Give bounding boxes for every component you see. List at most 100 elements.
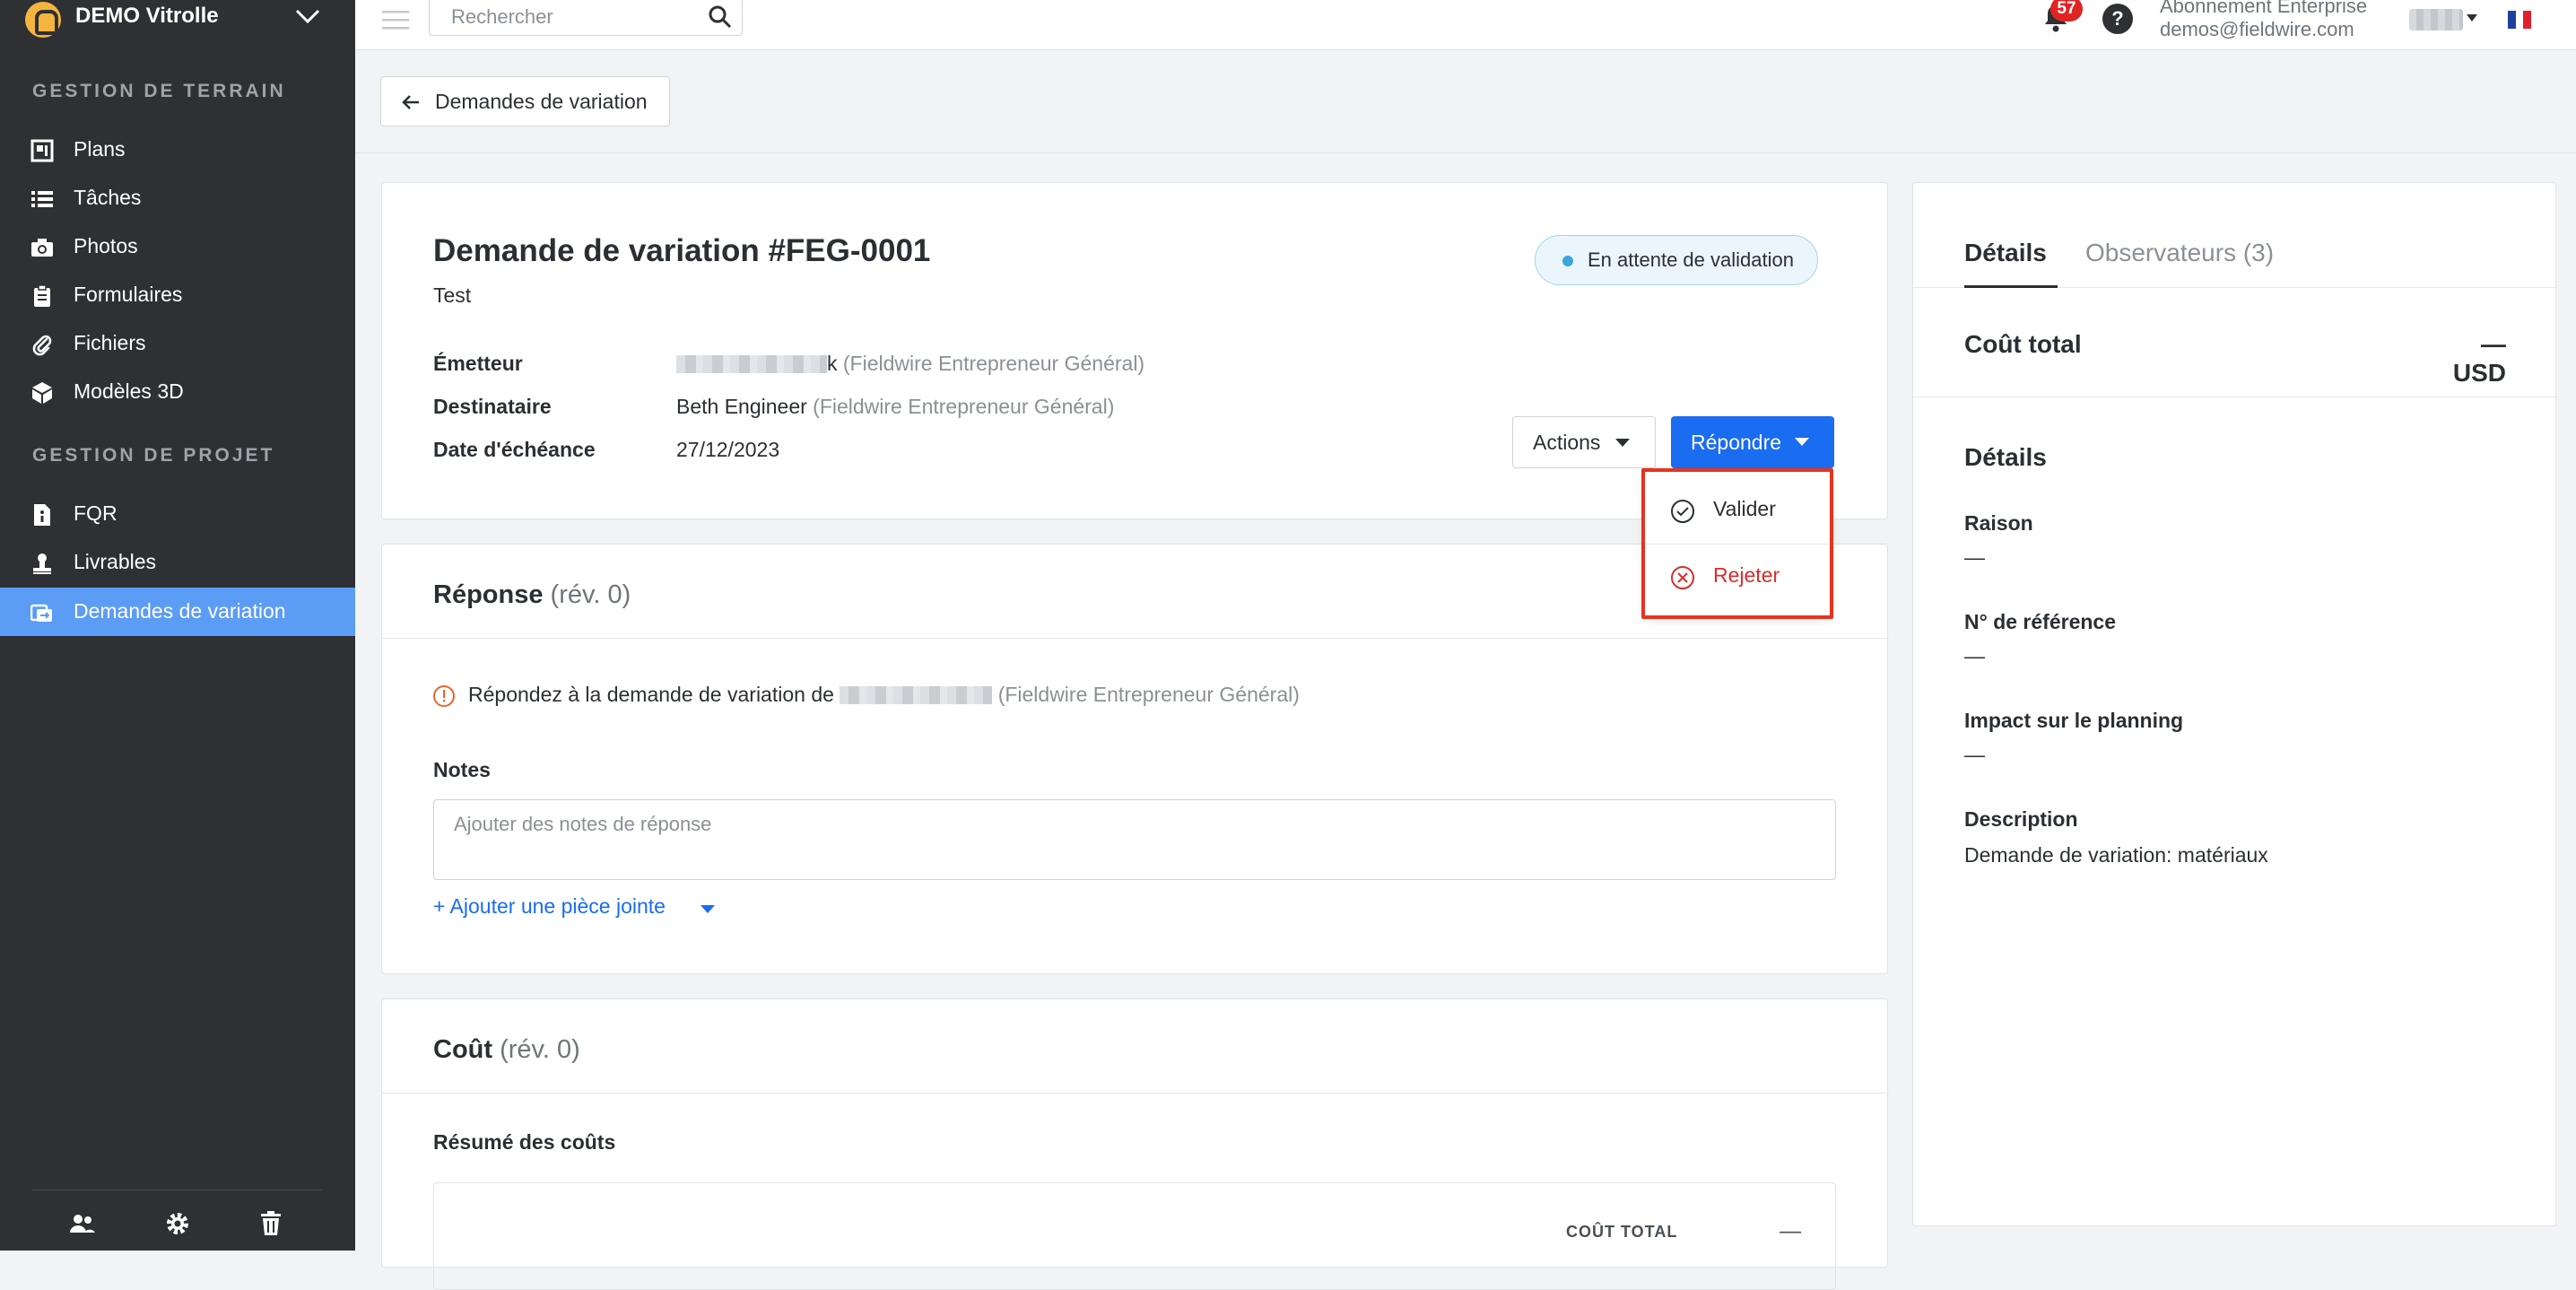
user-avatar[interactable] <box>2409 9 2463 31</box>
sidebar-item-forms[interactable]: Formulaires <box>0 271 355 319</box>
issuer-name-suffix: k <box>827 352 838 375</box>
description-label: Description <box>1964 807 2078 831</box>
sidebar-item-plans[interactable]: Plans <box>0 126 355 174</box>
camera-icon <box>31 239 53 257</box>
total-cost-label: Coût total <box>1964 330 2082 358</box>
sidebar-item-tasks[interactable]: Tâches <box>0 174 355 222</box>
cost-summary-label: Résumé des coûts <box>433 1130 616 1154</box>
highlight-box <box>1641 468 1833 619</box>
submittal-icon <box>33 553 51 574</box>
notes-field[interactable] <box>434 800 1835 879</box>
sidebar-item-submittals[interactable]: Livrables <box>0 538 355 587</box>
add-attachment-label: + Ajouter une pièce jointe <box>433 894 666 918</box>
sidebar-item-photos[interactable]: Photos <box>0 222 355 271</box>
project-switcher[interactable]: DEMO Vitrolle <box>0 0 355 43</box>
reference-value: — <box>1964 644 1985 667</box>
sidebar-item-label: Photos <box>74 234 138 257</box>
redacted-name <box>840 686 993 704</box>
help-icon[interactable]: ? <box>2102 4 2133 34</box>
actions-button[interactable]: Actions <box>1512 416 1656 468</box>
reason-value: — <box>1964 545 1985 569</box>
trash-icon[interactable] <box>257 1209 285 1238</box>
sidebar-item-label: Plans <box>74 137 126 161</box>
tasks-icon <box>31 191 53 207</box>
gear-icon[interactable] <box>163 1209 192 1238</box>
cost-heading: Coût (rév. 0) <box>433 1035 580 1065</box>
page-title: Demande de variation #FEG-0001 <box>433 233 931 268</box>
cost-summary-table: COÛT TOTAL — <box>433 1182 1836 1290</box>
back-button[interactable]: Demandes de variation <box>380 76 670 126</box>
response-revision: (rév. 0) <box>550 580 631 609</box>
search-icon[interactable] <box>708 4 733 30</box>
response-heading: Réponse (rév. 0) <box>433 580 631 610</box>
issuer-value: k (Fieldwire Entrepreneur Général) <box>676 352 1144 376</box>
details-heading: Détails <box>1964 443 2047 471</box>
response-prompt-company: (Fieldwire Entrepreneur Général) <box>997 683 1300 706</box>
tab-watchers[interactable]: Observateurs (3) <box>2085 239 2274 267</box>
team-icon[interactable] <box>68 1209 97 1238</box>
plans-icon <box>30 139 54 162</box>
reply-button[interactable]: Répondre <box>1671 416 1834 468</box>
notification-badge[interactable]: 57 <box>2050 0 2083 22</box>
sidebar-item-label: Modèles 3D <box>74 379 184 403</box>
caret-down-icon <box>1615 439 1630 447</box>
forms-icon <box>34 284 50 307</box>
alert-circle-icon <box>433 685 455 707</box>
section-title-project: GESTION DE PROJET <box>32 445 275 466</box>
sidebar: DEMO Vitrolle GESTION DE TERRAIN Plans T… <box>0 0 355 1251</box>
caret-down-icon <box>1795 438 1809 446</box>
arrow-left-icon <box>402 95 419 109</box>
menu-icon[interactable] <box>382 9 409 31</box>
response-prompt-text: Répondez à la demande de variation de <box>468 683 834 706</box>
schedule-impact-value: — <box>1964 743 1985 766</box>
page-header: Demandes de variation <box>355 51 2576 153</box>
recipient-name: Beth Engineer <box>676 395 807 418</box>
search-input[interactable] <box>449 3 674 31</box>
caret-down-icon <box>701 905 715 913</box>
issuer-label: Émetteur <box>433 352 523 375</box>
search-box <box>429 0 743 36</box>
cost-card: Coût (rév. 0) Résumé des coûts COÛT TOTA… <box>381 998 1889 1290</box>
status-label: En attente de validation <box>1588 248 1794 271</box>
top-bar: 57 ? Abonnement Enterprise demos@fieldwi… <box>355 0 2576 50</box>
user-email: demos@fieldwire.com <box>2160 18 2354 40</box>
issuer-company: (Fieldwire Entrepreneur Général) <box>842 352 1145 375</box>
notes-label: Notes <box>433 758 491 781</box>
language-flag-icon[interactable] <box>2508 11 2532 29</box>
notes-field-container <box>433 799 1836 880</box>
response-prompt: Répondez à la demande de variation de (F… <box>468 683 1300 707</box>
add-attachment-link[interactable]: + Ajouter une pièce jointe <box>433 894 715 919</box>
due-date-label: Date d'échéance <box>433 438 596 461</box>
chevron-down-icon[interactable] <box>294 7 321 25</box>
paperclip-icon <box>32 335 52 356</box>
active-tab-indicator <box>1964 285 2058 288</box>
user-menu-caret-icon[interactable] <box>2467 14 2477 22</box>
reference-label: N° de référence <box>1964 610 2116 633</box>
recipient-company: (Fieldwire Entrepreneur Général) <box>813 395 1115 418</box>
response-title: Réponse <box>433 580 544 609</box>
sidebar-item-label: Formulaires <box>74 283 183 306</box>
back-button-label: Demandes de variation <box>435 90 648 113</box>
cube-icon <box>32 382 52 404</box>
column-header-total: COÛT TOTAL <box>1566 1223 1678 1241</box>
sidebar-item-label: Fichiers <box>74 331 146 354</box>
sidebar-item-fqr[interactable]: FQR <box>0 490 355 538</box>
details-panel: Détails Observateurs (3) Coût total — US… <box>1912 182 2557 1226</box>
recipient-label: Destinataire <box>433 395 552 418</box>
tab-details[interactable]: Détails <box>1964 239 2047 267</box>
reason-label: Raison <box>1964 511 2033 535</box>
change-order-subtitle: Test <box>433 283 472 307</box>
cost-title: Coût <box>433 1035 493 1064</box>
cost-revision: (rév. 0) <box>500 1035 580 1064</box>
divider <box>382 1093 1889 1094</box>
subscription-label: Abonnement Enterprise <box>2160 0 2368 17</box>
sidebar-item-files[interactable]: Fichiers <box>0 319 355 368</box>
section-title-field: GESTION DE TERRAIN <box>32 81 286 101</box>
sidebar-item-label: Demandes de variation <box>74 599 286 623</box>
divider <box>382 638 1889 639</box>
sidebar-item-change-orders[interactable]: Demandes de variation <box>0 588 355 636</box>
project-logo-icon <box>25 2 61 38</box>
sidebar-item-3d-models[interactable]: Modèles 3D <box>0 368 355 416</box>
cost-total-value: — <box>1780 1219 1801 1243</box>
schedule-impact-label: Impact sur le planning <box>1964 709 2184 732</box>
